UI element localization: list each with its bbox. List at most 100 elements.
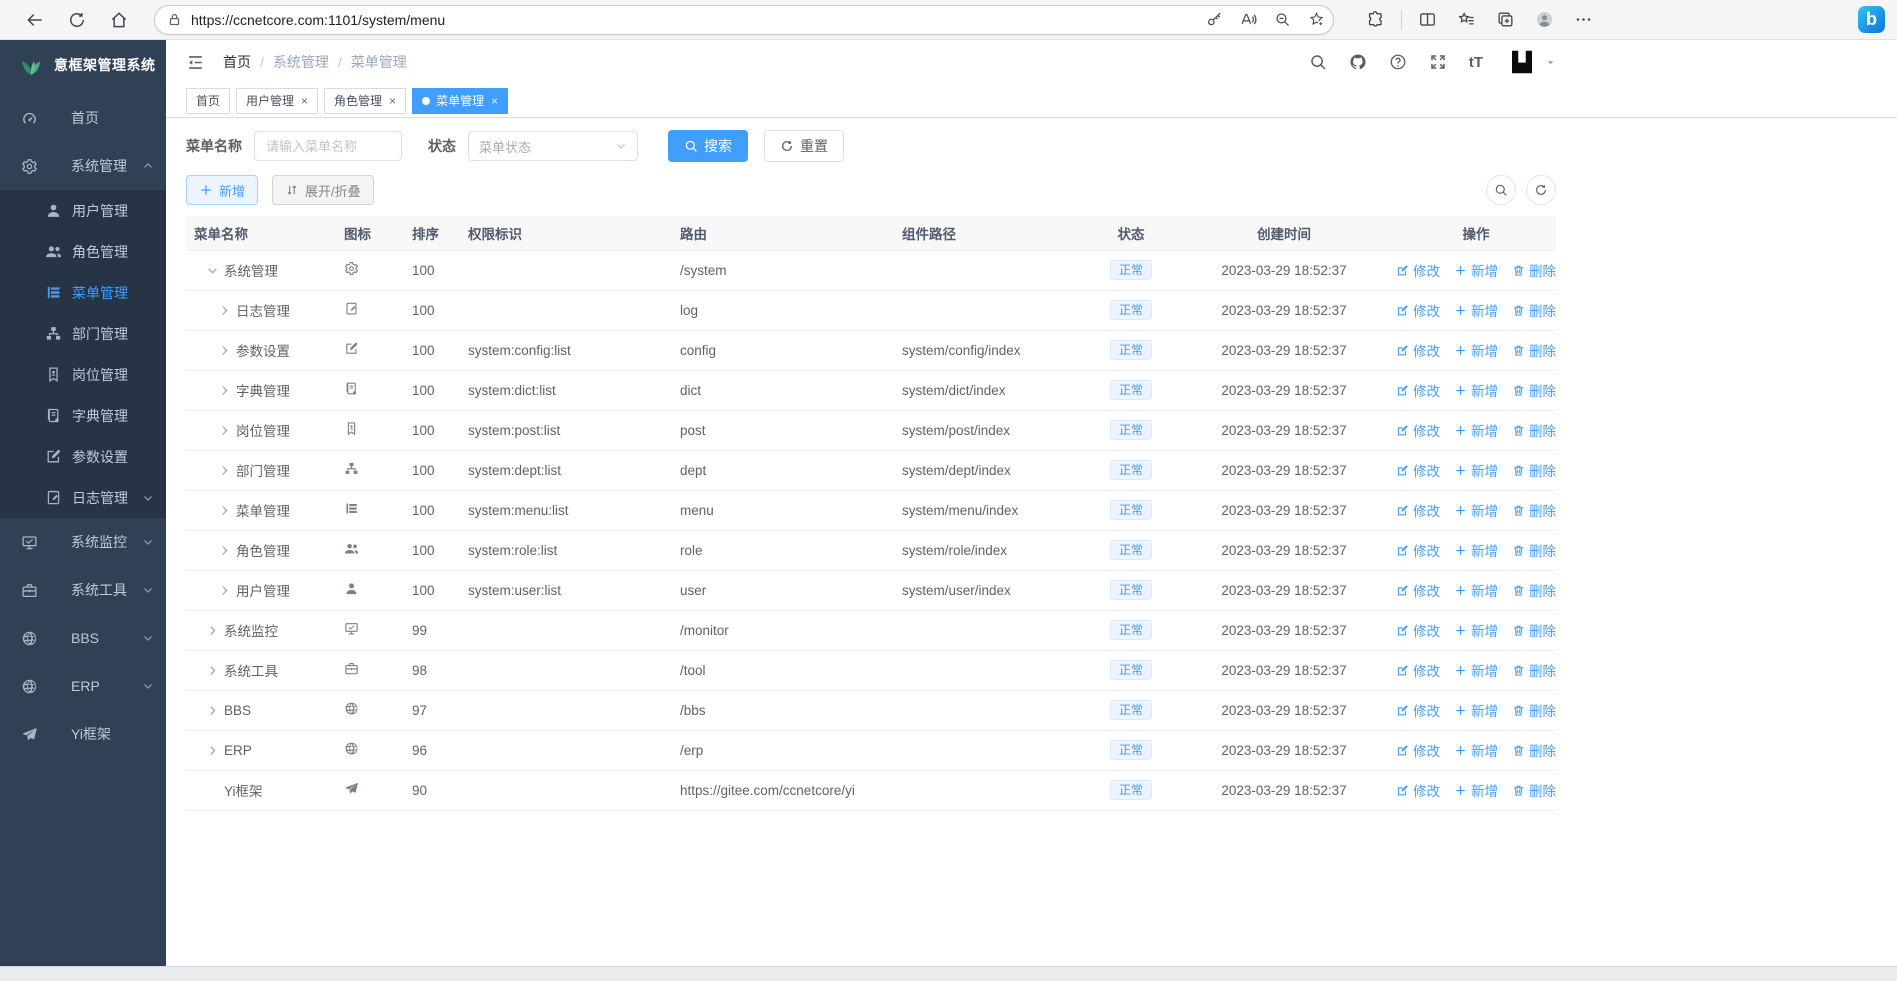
expand-row-icon[interactable]: [218, 584, 231, 597]
home-icon[interactable]: [109, 10, 129, 30]
row-edit-link[interactable]: 修改: [1396, 580, 1440, 600]
row-delete-link[interactable]: 删除: [1512, 660, 1556, 680]
row-delete-link[interactable]: 删除: [1512, 580, 1556, 600]
collections-icon[interactable]: [1496, 10, 1515, 29]
row-edit-link[interactable]: 修改: [1396, 620, 1440, 640]
row-delete-link[interactable]: 删除: [1512, 620, 1556, 640]
row-edit-link[interactable]: 修改: [1396, 380, 1440, 400]
row-add-link[interactable]: 新增: [1454, 540, 1498, 560]
row-add-link[interactable]: 新增: [1454, 660, 1498, 680]
avatar-caret-icon[interactable]: [1545, 57, 1556, 68]
row-delete-link[interactable]: 删除: [1512, 340, 1556, 360]
search-icon[interactable]: [1309, 53, 1327, 71]
sidebar-item-post[interactable]: 岗位管理: [0, 354, 166, 395]
sidebar-item-dept[interactable]: 部门管理: [0, 313, 166, 354]
row-delete-link[interactable]: 删除: [1512, 260, 1556, 280]
tab-role[interactable]: 角色管理 ×: [324, 87, 407, 114]
expand-row-icon[interactable]: [218, 544, 231, 557]
sidebar-item-log[interactable]: 日志管理: [0, 477, 166, 518]
close-tab-icon[interactable]: ×: [301, 95, 308, 107]
sidebar-item-menu[interactable]: 菜单管理: [0, 272, 166, 313]
row-edit-link[interactable]: 修改: [1396, 700, 1440, 720]
row-edit-link[interactable]: 修改: [1396, 460, 1440, 480]
refresh-table-button[interactable]: [1526, 175, 1556, 205]
url-text[interactable]: https://ccnetcore.com:1101/system/menu: [191, 12, 1189, 28]
row-edit-link[interactable]: 修改: [1396, 260, 1440, 280]
row-edit-link[interactable]: 修改: [1396, 420, 1440, 440]
row-add-link[interactable]: 新增: [1454, 460, 1498, 480]
breadcrumb-item[interactable]: 首页: [223, 52, 251, 72]
row-delete-link[interactable]: 删除: [1512, 740, 1556, 760]
more-settings-icon[interactable]: [1574, 10, 1593, 29]
row-add-link[interactable]: 新增: [1454, 260, 1498, 280]
sidebar-item-bbs[interactable]: BBS: [0, 614, 166, 662]
expand-row-icon[interactable]: [218, 464, 231, 477]
sidebar-item-home[interactable]: 首页: [0, 94, 166, 142]
row-delete-link[interactable]: 删除: [1512, 540, 1556, 560]
status-select[interactable]: 菜单状态: [468, 131, 638, 161]
menu-name-input[interactable]: [254, 131, 402, 161]
row-add-link[interactable]: 新增: [1454, 500, 1498, 520]
back-icon[interactable]: [25, 10, 45, 30]
favorites-icon[interactable]: [1457, 10, 1476, 29]
fullscreen-icon[interactable]: [1429, 53, 1447, 71]
zoom-out-icon[interactable]: [1274, 11, 1291, 28]
expand-collapse-button[interactable]: 展开/折叠: [272, 175, 374, 205]
extensions-icon[interactable]: [1366, 10, 1385, 29]
tab-menu[interactable]: 菜单管理 ×: [412, 87, 509, 114]
sidebar-item-role[interactable]: 角色管理: [0, 231, 166, 272]
row-add-link[interactable]: 新增: [1454, 780, 1498, 800]
user-avatar[interactable]: [1507, 47, 1537, 77]
sidebar-item-config[interactable]: 参数设置: [0, 436, 166, 477]
search-button[interactable]: 搜索: [668, 130, 748, 162]
collapse-sidebar-icon[interactable]: [186, 53, 205, 72]
tab-home[interactable]: 首页: [186, 87, 231, 114]
sidebar-item-user[interactable]: 用户管理: [0, 190, 166, 231]
row-add-link[interactable]: 新增: [1454, 340, 1498, 360]
expand-row-icon[interactable]: [218, 504, 231, 517]
row-add-link[interactable]: 新增: [1454, 380, 1498, 400]
lock-icon[interactable]: [167, 12, 182, 27]
font-size-icon[interactable]: tT: [1469, 54, 1483, 71]
sidebar-item-system[interactable]: 系统管理: [0, 142, 166, 190]
github-icon[interactable]: [1349, 53, 1367, 71]
sidebar-item-dict[interactable]: 字典管理: [0, 395, 166, 436]
sidebar-item-yi[interactable]: Yi框架: [0, 710, 166, 758]
horizontal-scrollbar[interactable]: [0, 966, 1897, 981]
add-button[interactable]: 新增: [186, 175, 259, 205]
row-delete-link[interactable]: 删除: [1512, 380, 1556, 400]
row-delete-link[interactable]: 删除: [1512, 780, 1556, 800]
row-edit-link[interactable]: 修改: [1396, 340, 1440, 360]
expand-row-icon[interactable]: [206, 664, 219, 677]
password-key-icon[interactable]: [1206, 11, 1223, 28]
reset-button[interactable]: 重置: [764, 130, 844, 162]
row-delete-link[interactable]: 删除: [1512, 460, 1556, 480]
row-add-link[interactable]: 新增: [1454, 580, 1498, 600]
row-add-link[interactable]: 新增: [1454, 620, 1498, 640]
row-edit-link[interactable]: 修改: [1396, 740, 1440, 760]
row-edit-link[interactable]: 修改: [1396, 500, 1440, 520]
tab-user[interactable]: 用户管理 ×: [236, 87, 319, 114]
row-edit-link[interactable]: 修改: [1396, 540, 1440, 560]
row-delete-link[interactable]: 删除: [1512, 420, 1556, 440]
close-tab-icon[interactable]: ×: [491, 95, 498, 107]
expand-row-icon[interactable]: [206, 624, 219, 637]
profile-avatar[interactable]: [1535, 10, 1554, 29]
expand-row-icon[interactable]: [218, 344, 231, 357]
read-aloud-icon[interactable]: [1240, 11, 1257, 28]
sidebar-item-tool[interactable]: 系统工具: [0, 566, 166, 614]
sidebar-item-erp[interactable]: ERP: [0, 662, 166, 710]
close-tab-icon[interactable]: ×: [389, 95, 396, 107]
refresh-icon[interactable]: [67, 10, 87, 30]
row-delete-link[interactable]: 删除: [1512, 700, 1556, 720]
row-delete-link[interactable]: 删除: [1512, 500, 1556, 520]
collapse-row-icon[interactable]: [206, 264, 219, 277]
row-add-link[interactable]: 新增: [1454, 740, 1498, 760]
help-icon[interactable]: [1389, 53, 1407, 71]
expand-row-icon[interactable]: [218, 384, 231, 397]
split-screen-icon[interactable]: [1418, 10, 1437, 29]
row-add-link[interactable]: 新增: [1454, 700, 1498, 720]
row-add-link[interactable]: 新增: [1454, 420, 1498, 440]
row-add-link[interactable]: 新增: [1454, 300, 1498, 320]
row-delete-link[interactable]: 删除: [1512, 300, 1556, 320]
